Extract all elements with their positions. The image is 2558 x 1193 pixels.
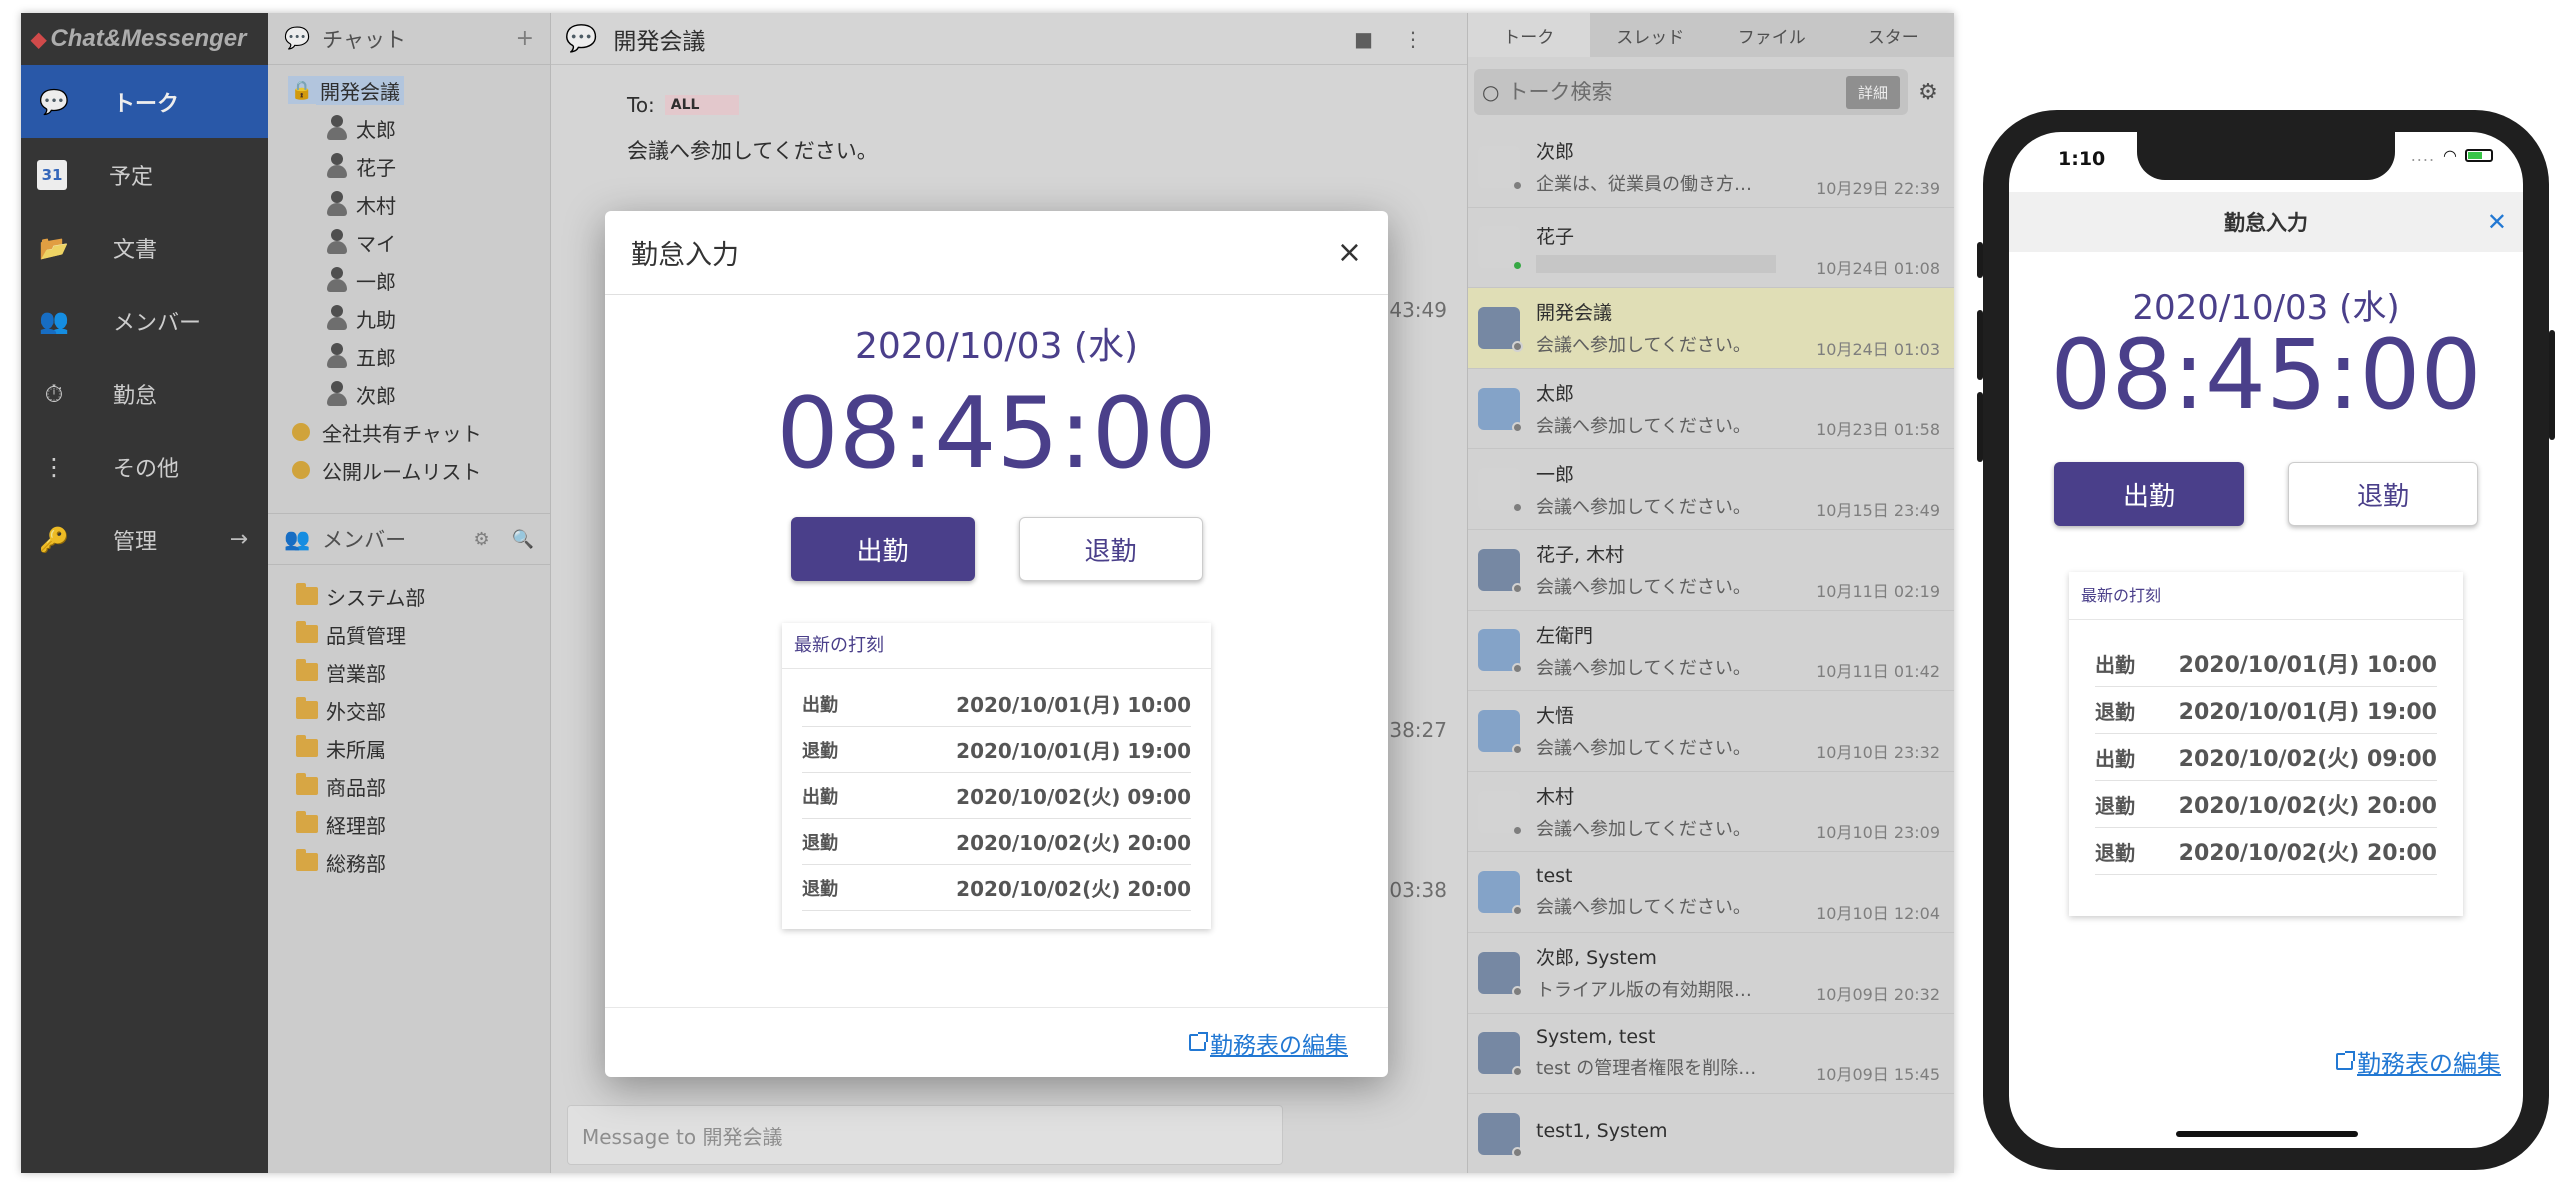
phone-side-button bbox=[1977, 242, 1983, 278]
clock-in-button[interactable]: 出勤 bbox=[2054, 462, 2244, 526]
punch-record-row: 出勤 2020/10/02(火) 09:00 bbox=[2095, 734, 2437, 781]
punch-type: 出勤 bbox=[802, 786, 838, 808]
battery-icon bbox=[2465, 149, 2493, 162]
phone-side-button bbox=[2549, 330, 2555, 440]
punch-record-row: 退勤 2020/10/02(火) 20:00 bbox=[802, 865, 1191, 911]
latest-punch-title: 最新の打刻 bbox=[2069, 572, 2463, 620]
punch-type: 出勤 bbox=[2095, 652, 2135, 677]
punch-record-row: 退勤 2020/10/02(火) 20:00 bbox=[2095, 781, 2437, 828]
external-link-icon bbox=[1189, 1032, 1208, 1051]
punch-type: 退勤 bbox=[2095, 793, 2135, 818]
signal-icon: .... bbox=[2410, 146, 2436, 165]
punch-datetime: 2020/10/02(火) 09:00 bbox=[2178, 747, 2437, 772]
punch-record-row: 退勤 2020/10/01(月) 19:00 bbox=[2095, 687, 2437, 734]
attendance-clock: 08:45:00 bbox=[2050, 319, 2482, 431]
punch-type: 退勤 bbox=[802, 832, 838, 854]
punch-type: 退勤 bbox=[2095, 840, 2135, 865]
punch-datetime: 2020/10/02(火) 20:00 bbox=[2178, 794, 2437, 819]
phone-attendance-title: 勤怠入力 bbox=[2224, 211, 2308, 235]
latest-punch-card: 最新の打刻 出勤 2020/10/01(月) 10:00 退勤 2020/10/01(… bbox=[2069, 572, 2463, 916]
edit-timesheet-link[interactable]: 勤務表の編集 bbox=[2336, 1044, 2501, 1079]
phone-mockup: 1:10 .... ◠ 勤怠入力 ✕ 2020/10/03 (水) 08:45:… bbox=[1977, 110, 2555, 1170]
punch-type: 出勤 bbox=[802, 694, 838, 716]
punch-datetime: 2020/10/02(火) 20:00 bbox=[956, 877, 1191, 901]
attendance-dialog: 勤怠入力 × 2020/10/03 (水) 08:45:00 出勤 退勤 最新の… bbox=[605, 211, 1388, 1077]
phone-screen: 1:10 .... ◠ 勤怠入力 ✕ 2020/10/03 (水) 08:45:… bbox=[2009, 132, 2523, 1148]
punch-datetime: 2020/10/02(火) 20:00 bbox=[2178, 841, 2437, 866]
punch-type: 退勤 bbox=[802, 878, 838, 900]
punch-datetime: 2020/10/01(月) 10:00 bbox=[956, 693, 1191, 717]
punch-datetime: 2020/10/02(火) 20:00 bbox=[956, 831, 1191, 855]
close-icon[interactable]: ✕ bbox=[2487, 208, 2507, 236]
punch-record-row: 出勤 2020/10/01(月) 10:00 bbox=[802, 681, 1191, 727]
attendance-clock: 08:45:00 bbox=[776, 377, 1217, 491]
punch-record-row: 出勤 2020/10/01(月) 10:00 bbox=[2095, 640, 2437, 687]
phone-attendance-header: 勤怠入力 ✕ bbox=[2009, 192, 2523, 252]
punch-record-row: 退勤 2020/10/02(火) 20:00 bbox=[802, 819, 1191, 865]
phone-side-button bbox=[1977, 392, 1983, 462]
wifi-icon: ◠ bbox=[2443, 146, 2457, 165]
punch-record-row: 退勤 2020/10/02(火) 20:00 bbox=[2095, 828, 2437, 875]
punch-datetime: 2020/10/01(月) 19:00 bbox=[956, 739, 1191, 763]
attendance-date: 2020/10/03 (水) bbox=[854, 326, 1139, 367]
attendance-dialog-title: 勤怠入力 bbox=[631, 240, 739, 271]
punch-datetime: 2020/10/01(月) 19:00 bbox=[2178, 700, 2437, 725]
status-bar-time: 1:10 bbox=[2058, 148, 2106, 170]
punch-type: 退勤 bbox=[802, 740, 838, 762]
phone-notch bbox=[2137, 132, 2395, 180]
clock-in-button[interactable]: 出勤 bbox=[790, 517, 975, 581]
external-link-icon bbox=[2336, 1051, 2355, 1070]
punch-datetime: 2020/10/01(月) 10:00 bbox=[2178, 653, 2437, 678]
close-icon[interactable]: × bbox=[1337, 235, 1362, 270]
edit-timesheet-link[interactable]: 勤務表の編集 bbox=[1189, 1026, 1348, 1060]
punch-record-row: 出勤 2020/10/02(火) 09:00 bbox=[802, 773, 1191, 819]
home-indicator bbox=[2176, 1131, 2358, 1137]
status-bar-icons: .... ◠ bbox=[2411, 146, 2493, 165]
punch-record-row: 退勤 2020/10/01(月) 19:00 bbox=[802, 727, 1191, 773]
clock-out-button[interactable]: 退勤 bbox=[1018, 517, 1203, 581]
latest-punch-card: 最新の打刻 出勤 2020/10/01(月) 10:00 退勤 2020/10/01(… bbox=[782, 623, 1211, 929]
phone-side-button bbox=[1977, 310, 1983, 380]
latest-punch-title: 最新の打刻 bbox=[782, 623, 1211, 669]
attendance-dialog-header: 勤怠入力 × bbox=[605, 211, 1388, 295]
punch-type: 退勤 bbox=[2095, 699, 2135, 724]
attendance-dialog-footer: 勤務表の編集 bbox=[605, 1007, 1388, 1077]
clock-out-button[interactable]: 退勤 bbox=[2288, 462, 2478, 526]
desktop-app-window: ◆ Chat&Messenger 💬 トーク 31 予定 📂 文書 👥 メンバー ⏱ 勤怠 ⋮ その他… bbox=[21, 13, 1954, 1173]
punch-datetime: 2020/10/02(火) 09:00 bbox=[956, 785, 1191, 809]
punch-type: 出勤 bbox=[2095, 746, 2135, 771]
